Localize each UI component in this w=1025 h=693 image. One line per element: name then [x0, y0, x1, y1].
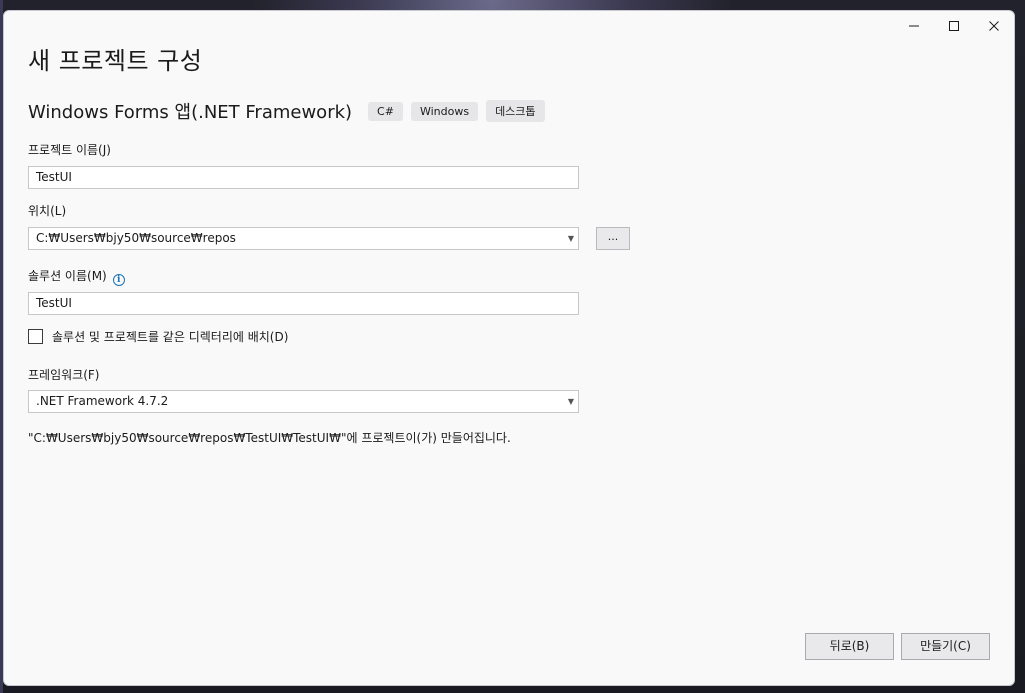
info-icon[interactable]: i	[112, 274, 125, 286]
framework-combobox[interactable]: .NET Framework 4.7.2 ▼	[28, 390, 579, 413]
dialog-title: 새 프로젝트 구성	[28, 47, 203, 75]
chevron-down-icon[interactable]: ▼	[568, 228, 574, 249]
template-name: Windows Forms 앱(.NET Framework)	[28, 102, 353, 123]
tag-language: C#	[368, 101, 403, 121]
minimize-button[interactable]	[894, 11, 934, 41]
minimize-icon	[909, 25, 919, 27]
project-name-input[interactable]: TestUI	[28, 166, 579, 189]
solution-name-label-row: 솔루션 이름(M) i	[28, 267, 125, 286]
project-path-note: "C:₩Users₩bjy50₩source₩repos₩TestUI₩Test…	[28, 431, 511, 445]
location-value: C:₩Users₩bjy50₩source₩repos	[36, 231, 236, 245]
tag-project-type: 데스크톱	[486, 100, 545, 122]
same-directory-option[interactable]: 솔루션 및 프로젝트를 같은 디렉터리에 배치(D)	[28, 328, 288, 345]
window-controls	[894, 11, 1014, 41]
framework-label: 프레임워크(F)	[28, 368, 100, 382]
new-project-dialog: 새 프로젝트 구성 Windows Forms 앱(.NET Framework…	[3, 10, 1015, 686]
close-button[interactable]	[974, 11, 1014, 41]
project-name-label: 프로젝트 이름(J)	[28, 143, 111, 157]
solution-name-label: 솔루션 이름(M)	[28, 269, 107, 283]
chevron-down-icon[interactable]: ▼	[568, 391, 574, 412]
solution-name-input[interactable]: TestUI	[28, 292, 579, 315]
location-label: 위치(L)	[28, 204, 67, 218]
same-directory-label: 솔루션 및 프로젝트를 같은 디렉터리에 배치(D)	[52, 330, 289, 344]
maximize-button[interactable]	[934, 11, 974, 41]
create-button[interactable]: 만들기(C)	[901, 633, 990, 660]
location-combobox[interactable]: C:₩Users₩bjy50₩source₩repos ▼	[28, 227, 579, 250]
close-icon	[989, 21, 999, 31]
back-button[interactable]: 뒤로(B)	[805, 633, 894, 660]
framework-value: .NET Framework 4.7.2	[36, 394, 169, 408]
tag-platform: Windows	[410, 101, 479, 121]
browse-button[interactable]: ...	[596, 227, 630, 250]
template-header: Windows Forms 앱(.NET Framework) C# Windo…	[28, 98, 553, 124]
same-directory-checkbox[interactable]	[28, 329, 43, 344]
maximize-icon	[949, 21, 959, 31]
